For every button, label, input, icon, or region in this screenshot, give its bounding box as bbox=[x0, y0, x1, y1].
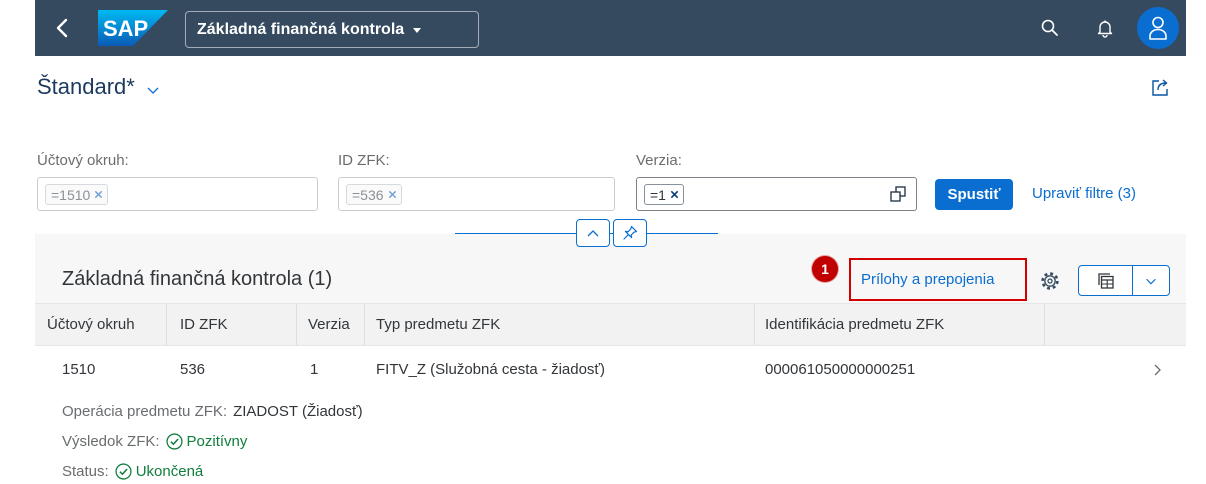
back-button[interactable] bbox=[49, 14, 77, 42]
view-menu-arrow-button[interactable] bbox=[1133, 266, 1169, 295]
status-text: Ukončená bbox=[135, 463, 204, 480]
value-help-button[interactable] bbox=[889, 185, 907, 203]
column-header[interactable]: Účtový okruh bbox=[35, 304, 167, 345]
column-header-label: ID ZFK bbox=[180, 316, 228, 333]
filter-label-version: Verzia: bbox=[636, 152, 682, 169]
chevron-down-icon bbox=[147, 87, 159, 94]
sap-logo-text: SAP bbox=[103, 16, 148, 41]
view-switch-menu-button[interactable] bbox=[1078, 265, 1170, 296]
variant-management[interactable]: Štandard* bbox=[37, 74, 161, 100]
chevron-down-icon bbox=[1146, 278, 1156, 284]
table-view-icon bbox=[1097, 272, 1114, 289]
app-title: Základná finančná kontrola bbox=[197, 20, 405, 38]
detail-label: Operácia predmetu ZFK: bbox=[62, 403, 228, 420]
token-text: =536 bbox=[352, 186, 384, 203]
detail-label: Výsledok ZFK: bbox=[62, 433, 160, 450]
column-header-filler bbox=[1045, 304, 1186, 345]
status-completed: Ukončená bbox=[115, 463, 204, 480]
token-remove-icon[interactable] bbox=[94, 190, 103, 199]
account-area-multi-input[interactable]: =1510 bbox=[37, 177, 318, 211]
token-remove-icon[interactable] bbox=[670, 190, 679, 199]
column-header-label: Identifikácia predmetu ZFK bbox=[765, 316, 945, 333]
value-help-icon bbox=[890, 186, 906, 202]
search-button[interactable] bbox=[1038, 16, 1062, 40]
dropdown-triangle-icon bbox=[413, 27, 422, 33]
filter-token[interactable]: =1 bbox=[644, 184, 684, 205]
check-circle-icon bbox=[165, 433, 183, 450]
pin-icon bbox=[623, 225, 638, 240]
pin-header-button[interactable] bbox=[613, 219, 647, 247]
detail-zfk-result: Výsledok ZFK: Pozitívny bbox=[62, 433, 247, 450]
zfk-id-multi-input[interactable]: =536 bbox=[338, 177, 615, 211]
token-text: =1 bbox=[650, 186, 666, 203]
token-text: =1510 bbox=[51, 186, 91, 203]
variant-title: Štandard* bbox=[37, 74, 135, 99]
app-title-menu-button[interactable]: Základná finančná kontrola bbox=[185, 11, 479, 48]
version-multi-input[interactable]: =1 bbox=[636, 177, 917, 211]
column-header[interactable]: Typ predmetu ZFK bbox=[365, 304, 755, 345]
column-header-label: Typ predmetu ZFK bbox=[376, 316, 501, 333]
user-avatar-icon bbox=[1149, 16, 1167, 40]
user-avatar-button[interactable] bbox=[1137, 7, 1179, 49]
column-header[interactable]: Identifikácia predmetu ZFK bbox=[755, 304, 1045, 345]
filter-label-account-area: Účtový okruh: bbox=[37, 152, 129, 169]
detail-label: Status: bbox=[62, 463, 109, 480]
column-header[interactable]: ID ZFK bbox=[167, 304, 297, 345]
collapse-header-button[interactable] bbox=[576, 219, 610, 247]
table-row[interactable]: 1510 536 1 FITV_Z (Služobná cesta - žiad… bbox=[35, 346, 1186, 484]
share-icon bbox=[1152, 79, 1168, 96]
sap-logo[interactable]: SAP bbox=[98, 10, 168, 46]
status-text: Pozitívny bbox=[186, 433, 248, 450]
adapt-filters-link[interactable]: Upraviť filtre (3) bbox=[1032, 185, 1136, 202]
detail-status: Status: Ukončená bbox=[62, 463, 203, 480]
notifications-button[interactable] bbox=[1093, 16, 1117, 40]
detail-subject-operation: Operácia predmetu ZFK: ZIADOST (Žiadosť) bbox=[62, 403, 363, 420]
go-button[interactable]: Spustiť bbox=[935, 179, 1013, 210]
shell-bar: SAP Základná finančná kontrola bbox=[35, 0, 1186, 56]
cell-zfk-id: 536 bbox=[180, 361, 206, 378]
column-header-label: Účtový okruh bbox=[47, 316, 135, 333]
notification-bell-icon bbox=[1097, 20, 1113, 38]
chevron-right-icon[interactable] bbox=[1149, 362, 1165, 378]
search-icon bbox=[1041, 19, 1058, 36]
table-title: Základná finančná kontrola (1) bbox=[62, 268, 333, 290]
check-circle-icon bbox=[115, 463, 132, 480]
filter-token[interactable]: =536 bbox=[346, 184, 402, 205]
cell-account-area: 1510 bbox=[62, 361, 96, 378]
cell-subject-id: 000061050000000251 bbox=[765, 361, 916, 378]
annotation-marker: 1 bbox=[812, 256, 838, 282]
share-button[interactable] bbox=[1149, 77, 1171, 99]
status-positive: Pozitívny bbox=[165, 433, 248, 450]
chevron-up-icon bbox=[587, 230, 599, 237]
table-settings-button[interactable] bbox=[1039, 270, 1061, 292]
nav-back-icon bbox=[56, 18, 68, 38]
filter-label-zfk-id: ID ZFK: bbox=[338, 152, 390, 169]
column-header[interactable]: Verzia bbox=[297, 304, 365, 345]
token-remove-icon[interactable] bbox=[388, 190, 397, 199]
cell-subject-type: FITV_Z (Služobná cesta - žiadosť) bbox=[376, 361, 606, 378]
column-header-label: Verzia bbox=[308, 316, 350, 333]
cell-version: 1 bbox=[310, 361, 319, 378]
gear-icon bbox=[1041, 272, 1059, 290]
table-view-button[interactable] bbox=[1079, 266, 1133, 295]
table-header-row: Účtový okruh ID ZFK Verzia Typ predmetu … bbox=[35, 303, 1186, 346]
annotation-highlight-box bbox=[849, 258, 1027, 301]
filter-token[interactable]: =1510 bbox=[45, 184, 109, 205]
detail-value: ZIADOST (Žiadosť) bbox=[233, 403, 363, 420]
sap-logo-mark: SAP bbox=[98, 10, 168, 46]
